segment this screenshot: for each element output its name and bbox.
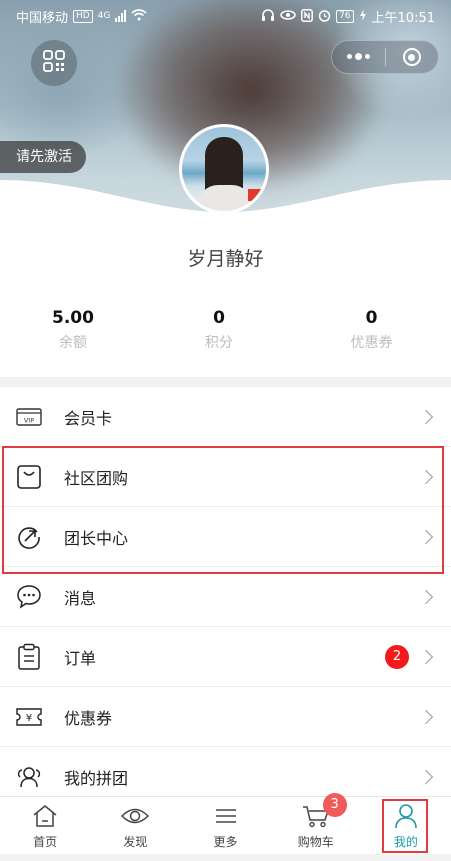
battery-icon: 76 bbox=[336, 9, 354, 23]
stat-label: 余额 bbox=[59, 335, 87, 351]
nfc-icon bbox=[301, 8, 314, 24]
signal-icon bbox=[115, 10, 127, 22]
clock-time: 上午10:51 bbox=[371, 10, 435, 26]
eye-icon bbox=[120, 803, 150, 829]
menu-item-label: 订单 bbox=[64, 648, 97, 668]
menu-lines-icon bbox=[211, 803, 241, 829]
svg-text:¥: ¥ bbox=[26, 713, 32, 724]
carrier-name: 中国移动 bbox=[16, 10, 69, 26]
group-people-icon bbox=[15, 763, 43, 791]
menu-item-messages[interactable]: 消息 bbox=[0, 567, 451, 627]
stat-balance[interactable]: 5.00 余额 bbox=[0, 306, 146, 354]
headphones-icon bbox=[261, 8, 275, 24]
chevron-right-icon bbox=[418, 649, 434, 664]
tab-more[interactable]: 更多 bbox=[180, 797, 270, 854]
menu-item-member-card[interactable]: VIP 会员卡 bbox=[0, 387, 451, 447]
close-mini-program-button[interactable] bbox=[386, 41, 439, 73]
stat-value: 5.00 bbox=[52, 308, 94, 328]
account-stats: 5.00 余额 0 积分 0 优惠券 bbox=[0, 306, 451, 354]
charging-icon bbox=[359, 9, 367, 23]
username: 岁月静好 bbox=[187, 248, 264, 270]
chat-bubble-icon bbox=[15, 583, 43, 611]
tab-label: 更多 bbox=[213, 835, 238, 849]
chevron-right-icon bbox=[418, 769, 434, 785]
svg-text:VIP: VIP bbox=[24, 416, 34, 424]
stat-value: 0 bbox=[365, 308, 378, 328]
eye-comfort-icon bbox=[280, 9, 296, 23]
more-options-button[interactable] bbox=[332, 41, 385, 73]
home-icon bbox=[30, 803, 60, 829]
cart-count-badge: 3 bbox=[322, 793, 347, 817]
chevron-right-icon bbox=[418, 709, 434, 724]
status-bar: 中国移动 HD 4G 76 上午10:51 bbox=[0, 0, 451, 32]
stat-label: 优惠券 bbox=[350, 335, 393, 351]
avatar[interactable] bbox=[179, 124, 269, 214]
menu-item-label: 优惠券 bbox=[64, 708, 113, 728]
tab-label: 发现 bbox=[123, 835, 148, 849]
stat-points[interactable]: 0 积分 bbox=[146, 306, 292, 354]
section-divider bbox=[0, 377, 451, 387]
order-count-badge: 2 bbox=[385, 644, 409, 669]
chevron-right-icon bbox=[418, 589, 434, 604]
network-tag-hd: HD bbox=[73, 9, 93, 23]
menu-item-coupons[interactable]: ¥ 优惠券 bbox=[0, 687, 451, 747]
stat-coupons[interactable]: 0 优惠券 bbox=[292, 306, 451, 354]
tab-discover[interactable]: 发现 bbox=[90, 797, 180, 854]
stat-label: 积分 bbox=[205, 335, 233, 351]
highlight-annotation-box bbox=[2, 446, 444, 574]
activate-button[interactable]: 请先激活 bbox=[0, 141, 86, 173]
network-tag-4g: 4G bbox=[97, 11, 111, 21]
bottom-safe-area bbox=[0, 854, 451, 861]
stat-value: 0 bbox=[213, 308, 225, 328]
tab-label: 首页 bbox=[33, 835, 58, 849]
qr-code-button[interactable] bbox=[31, 40, 77, 86]
target-circle-icon bbox=[402, 48, 421, 66]
tab-cart[interactable]: 购物车 3 bbox=[271, 793, 361, 854]
alarm-icon bbox=[318, 9, 331, 24]
wifi-icon bbox=[131, 9, 147, 23]
vip-card-icon: VIP bbox=[15, 403, 43, 431]
menu-item-label: 消息 bbox=[64, 588, 97, 608]
qr-code-icon bbox=[43, 50, 65, 76]
chevron-right-icon bbox=[418, 409, 434, 424]
more-dots-icon bbox=[346, 53, 370, 60]
tab-label: 购物车 bbox=[297, 835, 334, 849]
coupon-icon: ¥ bbox=[15, 703, 43, 731]
menu-item-orders[interactable]: 订单 2 bbox=[0, 627, 451, 687]
mini-program-capsule bbox=[331, 40, 439, 74]
menu-item-label: 我的拼团 bbox=[64, 769, 129, 788]
clipboard-icon bbox=[15, 643, 43, 671]
highlight-annotation-box bbox=[382, 799, 428, 853]
menu-item-label: 会员卡 bbox=[64, 408, 113, 428]
tab-home[interactable]: 首页 bbox=[0, 797, 90, 854]
